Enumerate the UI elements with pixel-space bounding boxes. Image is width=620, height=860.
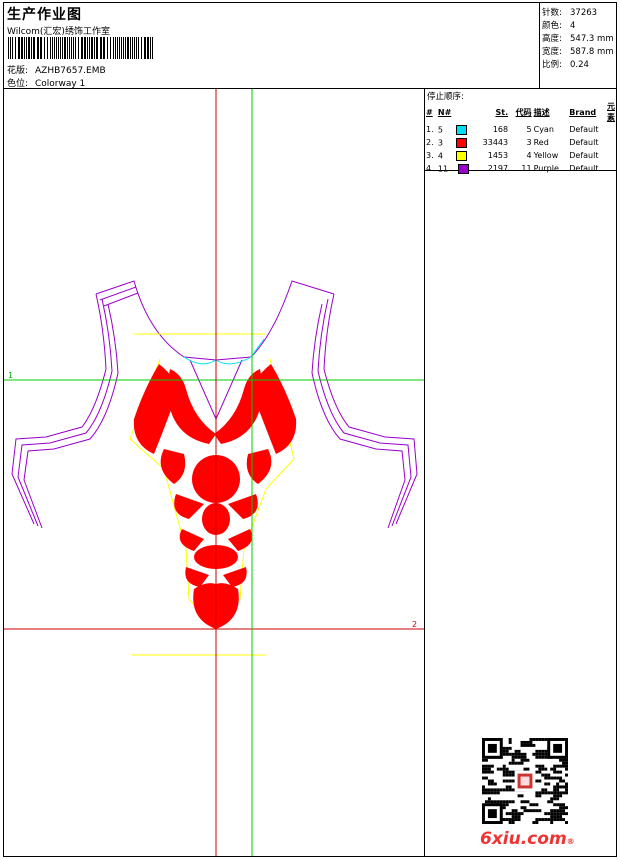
color-swatch <box>455 137 467 148</box>
table-row: 1. 5 168 5 Cyan Default <box>426 124 599 135</box>
col-stitches: St. <box>495 107 509 117</box>
stop-sequence-table: # N# St. 代码 描述 Brand 元素 1. 5 168 5 Cyan … <box>425 101 616 175</box>
production-sheet: 生产作业图 Wilcom(汇宏)绣饰工作室 花版: AZHB7657.EMB 色位… <box>3 2 617 857</box>
stat-stitches: 针数: 37263 <box>542 8 598 18</box>
header-info: 生产作业图 Wilcom(汇宏)绣饰工作室 花版: AZHB7657.EMB 色位… <box>4 3 540 89</box>
col-needle: N# <box>437 107 452 117</box>
table-row: 2. 3 33443 3 Red Default <box>426 137 599 148</box>
col-desc: 描述 <box>533 107 550 117</box>
col-code: 代码 <box>515 107 532 117</box>
design-canvas: 1 2 <box>4 89 424 856</box>
guide-label-1: 1 <box>8 371 13 380</box>
col-brand: Brand <box>569 107 597 117</box>
color-swatch <box>455 124 467 135</box>
embroidery-motif <box>133 364 297 629</box>
site-watermark: 6xiu.com® <box>480 829 575 849</box>
colorway-label: 色位: <box>7 79 29 89</box>
stat-width: 宽度: 587.8 mm <box>542 47 614 57</box>
colorway-line: 色位: Colorway 1 <box>7 76 85 89</box>
stat-height: 高度: 547.3 mm <box>542 34 614 44</box>
design-stats: 针数: 37263 颜色: 4 高度: 547.3 mm 宽度: 587.8 mm 比例… <box>540 3 616 89</box>
guide-label-2: 2 <box>412 620 417 629</box>
page-title: 生产作业图 <box>7 7 82 23</box>
stat-colors: 颜色: 4 <box>542 21 576 31</box>
stop-sequence-panel: 停止顺序: # N# St. 代码 描述 Brand 元素 1. 5 168 5… <box>424 89 616 174</box>
table-row: 3. 4 1453 4 Yellow Default <box>426 150 599 161</box>
table-header-row: # N# St. 代码 描述 Brand 元素 <box>425 101 616 123</box>
stat-scale: 比例: 0.24 <box>542 60 589 70</box>
color-swatch <box>455 150 467 161</box>
studio-name: Wilcom(汇宏)绣饰工作室 <box>7 27 110 37</box>
design-label: 花版: <box>7 66 29 76</box>
design-file: AZHB7657.EMB <box>35 66 106 76</box>
barcode <box>8 37 153 59</box>
colorway-value: Colorway 1 <box>35 79 86 89</box>
qr-code <box>482 738 568 824</box>
design-line: 花版: AZHB7657.EMB <box>7 63 106 76</box>
col-element: 元素 <box>607 102 615 122</box>
col-index: # <box>426 107 433 117</box>
